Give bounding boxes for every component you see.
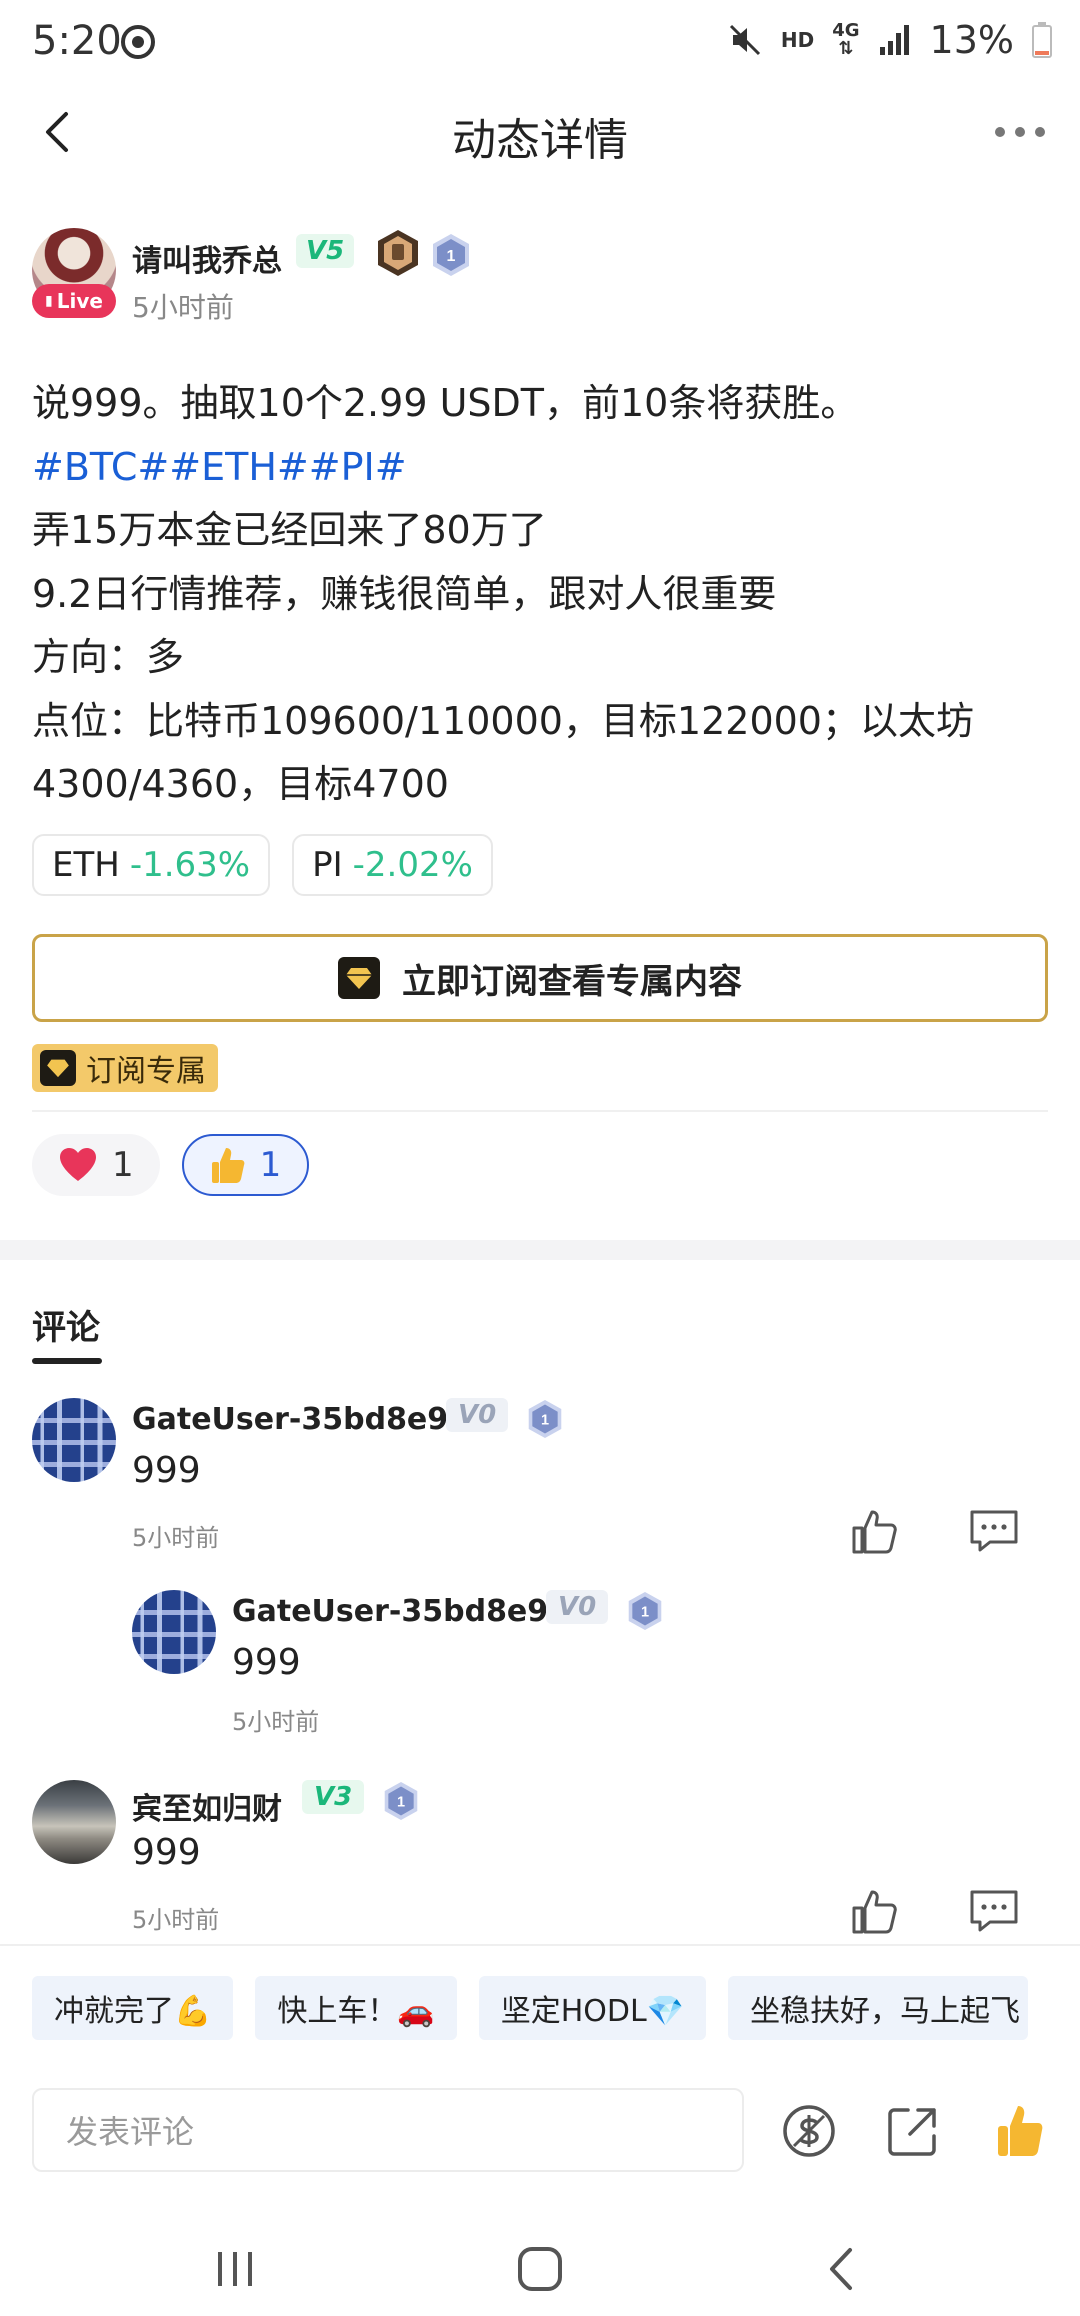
sync-icon	[121, 25, 155, 59]
svg-text:1: 1	[397, 1794, 405, 1810]
post-line: 说999。抽取10个2.99 USDT，前10条将获胜。	[32, 381, 859, 425]
post-hashtags[interactable]: #BTC##ETH##PI#	[32, 436, 1048, 500]
tab-underline	[32, 1358, 102, 1364]
quick-reply[interactable]: 坚定HODL💎	[478, 1976, 707, 2040]
tip-coin-icon[interactable]	[780, 2102, 838, 2160]
comment-input[interactable]: 发表评论	[32, 2088, 744, 2172]
system-back-icon[interactable]	[818, 2244, 864, 2294]
recent-apps-icon[interactable]	[212, 2244, 258, 2294]
coin-symbol: PI	[312, 845, 343, 885]
level-badge-icon: 1	[384, 1782, 418, 1820]
svg-text:1: 1	[541, 1412, 549, 1428]
comment-time: 5小时前	[132, 1906, 220, 1934]
post-line: 方向：多	[32, 635, 185, 679]
live-badge[interactable]: ▮ Live	[32, 284, 116, 318]
status-time: 5:20	[32, 18, 122, 64]
page-title: 动态详情	[452, 115, 628, 166]
section-divider	[0, 1240, 1080, 1260]
medal-icon	[378, 230, 418, 276]
home-icon[interactable]	[512, 2244, 568, 2294]
comment-time: 5小时前	[132, 1524, 220, 1552]
reply-icon[interactable]	[968, 1508, 1020, 1554]
signal-icon	[879, 25, 909, 55]
commenter-name[interactable]: GateUser-35bd8e93	[232, 1594, 569, 1629]
heart-icon	[60, 1148, 96, 1181]
quick-replies: 冲就完了💪 快上车！🚗 坚定HODL💎 坐稳扶好，马上起飞	[32, 1976, 1029, 2040]
mute-icon	[729, 24, 760, 56]
commenter-avatar[interactable]	[132, 1590, 216, 1674]
reply-icon[interactable]	[968, 1888, 1020, 1934]
coin-change: -1.63%	[129, 845, 251, 885]
battery-percent: 13%	[929, 18, 1014, 62]
subscribe-button[interactable]: 立即订阅查看专属内容	[32, 934, 1048, 1022]
thumbs-up-emoji-icon[interactable]	[992, 2102, 1050, 2160]
quick-reply[interactable]: 快上车！🚗	[255, 1976, 457, 2040]
svg-text:1: 1	[447, 248, 456, 265]
post-line: 4300/4360，目标4700	[32, 762, 449, 806]
post-line: 点位：比特币109600/110000，目标122000；以太坊	[32, 698, 974, 743]
thumbs-up-emoji-icon	[211, 1148, 245, 1183]
live-signal-icon: ▮	[45, 293, 53, 309]
vip-badge: V0	[446, 1398, 509, 1432]
author-name[interactable]: 请叫我乔总	[132, 236, 282, 280]
reactions: 1 1	[32, 1134, 310, 1196]
network-indicator: 4G ⇅	[832, 20, 860, 59]
commenter-avatar[interactable]	[32, 1398, 116, 1482]
commenter-name[interactable]: GateUser-35bd8e93	[132, 1402, 469, 1437]
tab-comments[interactable]: 评论	[32, 1300, 100, 1349]
subscriber-only-tag: 订阅专属	[32, 1044, 218, 1092]
battery-icon	[1032, 22, 1052, 58]
post-content: 说999。抽取10个2.99 USDT，前10条将获胜。 #BTC##ETH##…	[32, 372, 1048, 817]
reaction-count: 1	[259, 1145, 282, 1185]
like-icon[interactable]	[850, 1886, 900, 1936]
top-nav: 动态详情	[0, 84, 1080, 180]
hd-indicator: HD	[780, 28, 815, 52]
commenter-name[interactable]: 宾至如归财	[132, 1784, 282, 1828]
vip-badge: V5	[296, 234, 355, 268]
subscribe-label: 立即订阅查看专属内容	[402, 961, 742, 1002]
comment-item: 宾至如归财 V3 1 999 5小时前	[32, 1780, 1048, 1940]
vip-badge: V0	[546, 1590, 609, 1624]
post-line: 弄15万本金已经回来了80万了	[32, 508, 547, 552]
diamond-icon	[338, 957, 380, 999]
quick-reply-divider	[0, 1944, 1080, 1946]
post-time: 5小时前	[132, 291, 234, 324]
level-badge-icon: 1	[433, 234, 469, 276]
reaction-count: 1	[112, 1145, 134, 1185]
vip-badge: V3	[302, 1780, 365, 1814]
status-bar: 5:20 HD 4G ⇅ 13%	[0, 0, 1080, 84]
svg-text:1: 1	[641, 1604, 649, 1620]
diamond-icon	[40, 1050, 76, 1086]
coin-chip-pi[interactable]: PI -2.02%	[292, 834, 493, 896]
quick-reply[interactable]: 冲就完了💪	[32, 1976, 234, 2040]
coin-symbol: ETH	[52, 845, 120, 885]
level-badge-icon: 1	[628, 1592, 662, 1630]
reaction-thumbs-up[interactable]: 1	[181, 1134, 310, 1196]
post-line: 9.2日行情推荐，赚钱很简单，跟对人很重要	[32, 571, 777, 616]
commenter-avatar[interactable]	[32, 1780, 116, 1864]
like-icon[interactable]	[850, 1506, 900, 1556]
status-icons: HD 4G ⇅ 13%	[727, 18, 1052, 62]
reaction-heart[interactable]: 1	[32, 1134, 160, 1196]
coin-chips: ETH -1.63% PI -2.02%	[32, 834, 493, 896]
coin-change: -2.02%	[352, 845, 473, 885]
comment-text: 999	[132, 1450, 201, 1491]
reply-item: GateUser-35bd8e93 V0 1 999 5小时前	[132, 1590, 1048, 1750]
divider	[32, 1110, 1048, 1112]
quick-reply[interactable]: 坐稳扶好，马上起飞	[728, 1976, 1029, 2040]
subscriber-only-label: 订阅专属	[86, 1054, 206, 1089]
system-nav-bar	[0, 2224, 1080, 2316]
level-badge-icon: 1	[528, 1400, 562, 1438]
comment-text: 999	[232, 1642, 301, 1683]
post-author: ▮ Live 请叫我乔总 V5 1 5小时前	[32, 228, 1052, 328]
comment-time: 5小时前	[232, 1708, 320, 1736]
comment-item: GateUser-35bd8e93 V0 1 999 5小时前	[32, 1398, 1048, 1568]
comment-text: 999	[132, 1832, 201, 1873]
share-icon[interactable]	[884, 2102, 942, 2160]
more-icon[interactable]	[990, 104, 1050, 160]
coin-chip-eth[interactable]: ETH -1.63%	[32, 834, 271, 896]
